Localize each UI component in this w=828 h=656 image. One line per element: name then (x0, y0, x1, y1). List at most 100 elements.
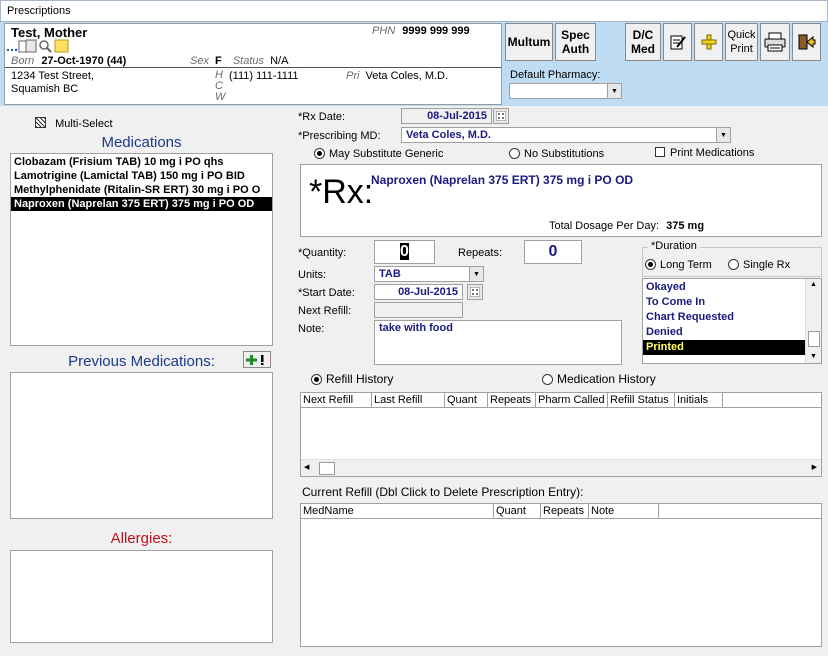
phn-label: PHN (372, 25, 396, 37)
phone-label-w: W (215, 91, 226, 103)
col-last-refill[interactable]: Last Refill (372, 393, 445, 407)
allergies-title: Allergies: (110, 530, 173, 547)
default-pharmacy-select[interactable]: ▼ (509, 83, 622, 99)
radio-selected-icon (314, 148, 325, 159)
patient-icons (5, 39, 69, 53)
list-item[interactable]: To Come In (643, 295, 806, 310)
patient-info-panel: Test, Mother PHN 9999 999 999 Born 27-Oc… (4, 23, 502, 105)
radio-icon (542, 374, 553, 385)
calendar-icon[interactable] (493, 108, 509, 124)
medications-title: Medications (101, 134, 182, 151)
scroll-left-icon[interactable]: ◀ (304, 463, 309, 471)
units-value: TAB (379, 268, 401, 280)
exit-door-icon (798, 34, 815, 50)
sex-label: Sex (190, 55, 209, 67)
col-medname[interactable]: MedName (301, 504, 494, 518)
quantity-label: *Quantity: (298, 247, 347, 259)
edit-note-button[interactable] (663, 23, 692, 61)
duration-title: *Duration (648, 240, 700, 252)
chevron-down-icon[interactable]: ▼ (607, 84, 621, 98)
phn-value: 9999 999 999 (402, 25, 470, 37)
pri-value: Veta Coles, M.D. (365, 70, 449, 82)
refill-history-grid[interactable]: Next Refill Last Refill Quant Repeats Ph… (300, 392, 822, 477)
scroll-down-icon[interactable]: ▼ (806, 351, 821, 363)
list-item[interactable]: Methylphenidate (Ritalin-SR ERT) 30 mg i… (11, 183, 272, 197)
list-item-selected[interactable]: Naproxen (Naprelan 375 ERT) 375 mg i PO … (11, 197, 272, 211)
dc-med-button[interactable]: D/C Med (625, 23, 661, 61)
refill-history-radio[interactable]: Refill History (311, 372, 393, 386)
rx-date-field[interactable]: 08-Jul-2015 (401, 108, 492, 124)
no-substitutions-radio[interactable]: No Substitutions (509, 148, 604, 160)
units-select[interactable]: TAB ▼ (374, 266, 484, 282)
next-refill-label: Next Refill: (298, 305, 352, 317)
chevron-down-icon[interactable]: ▼ (469, 267, 483, 281)
medication-history-label: Medication History (557, 372, 656, 386)
checkbox-icon (655, 147, 665, 157)
print-medications-checkbox[interactable]: Print Medications (655, 147, 754, 159)
col-quant[interactable]: Quant (445, 393, 488, 407)
prescribing-md-select[interactable]: Veta Coles, M.D. ▼ (401, 127, 731, 143)
col-refill-status[interactable]: Refill Status (608, 393, 675, 407)
next-refill-field[interactable] (374, 302, 463, 318)
list-item[interactable]: Clobazam (Frisium TAB) 10 mg i PO qhs (11, 155, 272, 169)
add-previous-button[interactable] (243, 351, 271, 368)
address-line1: 1234 Test Street, (11, 70, 94, 82)
horizontal-scrollbar[interactable]: ◀ ▶ (301, 459, 821, 476)
patient-tools-icons[interactable] (5, 39, 69, 53)
print-medications-label: Print Medications (670, 147, 755, 159)
previous-medications-list[interactable] (10, 372, 273, 519)
quick-print-button[interactable]: Quick Print (725, 23, 758, 61)
spec-auth-button[interactable]: Spec Auth (555, 23, 596, 61)
scroll-thumb[interactable] (319, 462, 335, 475)
spec-auth-label: Spec Auth (561, 28, 590, 56)
scroll-right-icon[interactable]: ▶ (812, 463, 817, 471)
allergies-list[interactable] (10, 550, 273, 643)
current-refill-grid[interactable]: MedName Quant Repeats Note (300, 503, 822, 647)
scroll-up-icon[interactable]: ▲ (806, 279, 821, 291)
chevron-down-icon[interactable]: ▼ (716, 128, 730, 142)
multum-button[interactable]: Multum (505, 23, 553, 61)
start-date-field[interactable]: 08-Jul-2015 (374, 284, 463, 300)
long-term-radio[interactable]: Long Term (645, 259, 712, 271)
refill-history-header: Next Refill Last Refill Quant Repeats Ph… (301, 393, 821, 408)
exit-button[interactable] (792, 23, 821, 61)
default-pharmacy-label: Default Pharmacy: (510, 69, 601, 81)
add-button[interactable] (694, 23, 723, 61)
list-item[interactable]: Okayed (643, 280, 806, 295)
multi-select-icon[interactable] (35, 117, 46, 128)
quick-print-label: Quick Print (727, 29, 756, 55)
col-repeats[interactable]: Repeats (488, 393, 536, 407)
scroll-thumb[interactable] (808, 331, 820, 347)
radio-icon (509, 148, 520, 159)
col-repeats[interactable]: Repeats (541, 504, 589, 518)
calendar-icon[interactable] (467, 284, 483, 300)
quantity-field[interactable]: 0 (374, 240, 435, 264)
note-textarea[interactable]: take with food (374, 320, 622, 365)
col-pharm-called[interactable]: Pharm Called (536, 393, 608, 407)
list-item[interactable]: Chart Requested (643, 310, 806, 325)
list-item-selected[interactable]: Printed (643, 340, 806, 355)
col-initials[interactable]: Initials (675, 393, 723, 407)
status-label: Status (232, 55, 265, 67)
rx-status-list[interactable]: Okayed To Come In Chart Requested Denied… (642, 278, 822, 364)
current-refill-header: MedName Quant Repeats Note (301, 504, 821, 519)
medications-list[interactable]: Clobazam (Frisium TAB) 10 mg i PO qhs La… (10, 153, 273, 346)
repeats-field[interactable]: 0 (524, 240, 582, 264)
status-scrollbar[interactable]: ▲ ▼ (805, 279, 821, 363)
units-label: Units: (298, 269, 327, 281)
print-button[interactable] (760, 23, 790, 61)
printer-icon (764, 32, 786, 52)
rx-symbol: *Rx: (309, 173, 374, 211)
current-refill-title: Current Refill (Dbl Click to Delete Pres… (302, 485, 584, 499)
medication-history-radio[interactable]: Medication History (542, 372, 656, 386)
list-item[interactable]: Denied (643, 325, 806, 340)
prescribing-md-label: *Prescribing MD: (298, 130, 381, 142)
quantity-value: 0 (400, 243, 409, 260)
multi-select-label: Multi-Select (55, 118, 113, 130)
col-quant[interactable]: Quant (494, 504, 541, 518)
col-note[interactable]: Note (589, 504, 659, 518)
list-item[interactable]: Lamotrigine (Lamictal TAB) 150 mg i PO B… (11, 169, 272, 183)
col-next-refill[interactable]: Next Refill (301, 393, 372, 407)
single-rx-radio[interactable]: Single Rx (728, 259, 790, 271)
may-substitute-radio[interactable]: May Substitute Generic (314, 148, 443, 160)
